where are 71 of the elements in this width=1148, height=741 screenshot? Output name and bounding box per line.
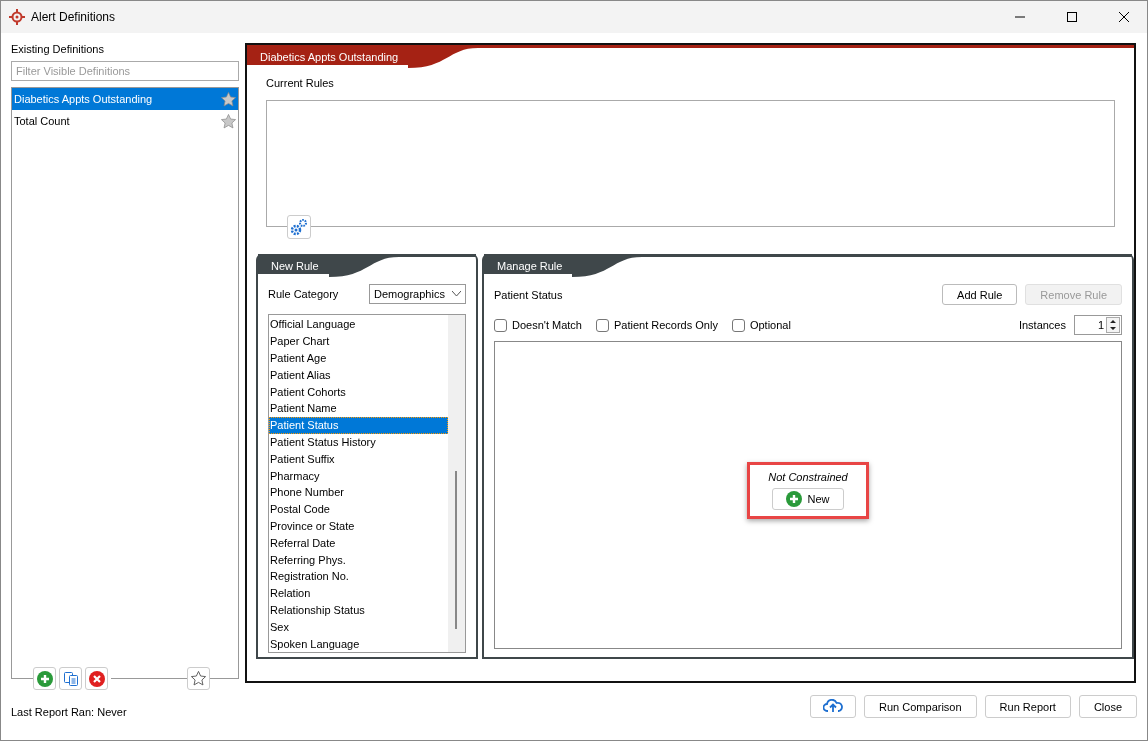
filter-field[interactable]: Filter Visible Definitions [11,61,239,81]
favorite-button[interactable] [187,667,210,690]
checkbox[interactable] [595,318,609,332]
close-icon [1119,12,1129,22]
list-item[interactable]: Patient Status [269,416,448,434]
plus-icon [786,490,803,507]
chevron-down-icon [452,291,461,297]
scrollbar[interactable] [448,315,465,652]
list-item[interactable]: Province or State [269,517,448,535]
list-item[interactable]: Patient Suffix [269,450,448,468]
list-item[interactable]: Spoken Language [269,635,448,652]
checkbox-label: Doesn't Match [512,319,582,331]
rule-name: Patient Status [494,288,563,301]
settings-button[interactable] [287,215,311,239]
cloud-upload-icon [823,698,844,713]
definition-label: Diabetics Appts Outstanding [14,93,153,105]
star-icon[interactable] [220,90,237,108]
list-item[interactable]: Referral Date [269,534,448,552]
field-label: Instances [1018,319,1066,331]
checkbox-label: Optional [749,319,791,331]
list-item[interactable]: Patient Age [269,349,448,367]
maximize-icon [1067,12,1077,22]
list-item[interactable]: Postal Code [269,500,448,518]
definition-label: Total Count [14,115,70,127]
star-icon [190,670,207,687]
add-rule-button[interactable]: Add Rule [942,284,1018,305]
checkbox[interactable] [731,318,745,332]
last-report-text: Last Report Ran: Never [11,706,128,718]
section-label: Current Rules [266,77,335,89]
delete-button[interactable] [85,667,108,690]
copy-button[interactable] [59,667,82,690]
list-item[interactable]: Phone Number [269,483,448,501]
footer-button[interactable]: Run Report [984,695,1071,718]
plus-icon [36,670,53,687]
list-item[interactable]: Relation [269,584,448,602]
checkbox[interactable] [494,318,507,332]
section-label: Existing Definitions [11,43,105,55]
list-item[interactable]: Paper Chart [269,332,448,350]
definition-item[interactable]: Total Count [12,110,238,132]
list-item[interactable]: Pharmacy [269,467,448,484]
panel-title: Manage Rule [484,257,573,274]
star-icon[interactable] [220,112,237,130]
category-dropdown[interactable]: Demographics [369,284,466,304]
list-item[interactable]: Relationship Status [269,601,448,619]
list-item[interactable]: Referring Phys. [269,551,448,568]
close-icon [88,670,105,687]
list-item[interactable]: Sex [269,618,448,636]
list-item[interactable]: Official Language [269,316,448,333]
definition-item[interactable]: Diabetics Appts Outstanding [12,88,238,110]
list-item[interactable]: Patient Cohorts [269,383,448,400]
spinner-arrows-icon[interactable] [1106,317,1120,333]
scrollbar-thumb[interactable] [455,471,457,629]
window-title: Alert Definitions [31,10,117,24]
field-label: Rule Category [268,288,339,300]
definition-title: Diabetics Appts Outstanding [247,48,409,65]
instances-spinner[interactable]: 1 [1074,315,1122,335]
upload-button[interactable] [810,695,857,718]
checkbox-label: Patient Records Only [613,319,718,331]
target-logo-icon [9,9,25,25]
panel-title: New Rule [258,257,329,274]
list-item[interactable]: Patient Status History [269,433,448,451]
copy-icon [62,670,79,687]
footer-button[interactable]: Run Comparison [864,695,977,718]
list-item[interactable]: Registration No. [269,567,448,585]
list-item[interactable]: Patient Name [269,400,448,417]
new-button[interactable]: New [772,487,844,510]
empty-state-text: Not Constrained [768,470,848,483]
gears-icon [290,218,308,236]
list-item[interactable]: Patient Alias [269,366,448,384]
footer-button[interactable]: Close [1078,695,1137,718]
add-button[interactable] [33,667,56,690]
